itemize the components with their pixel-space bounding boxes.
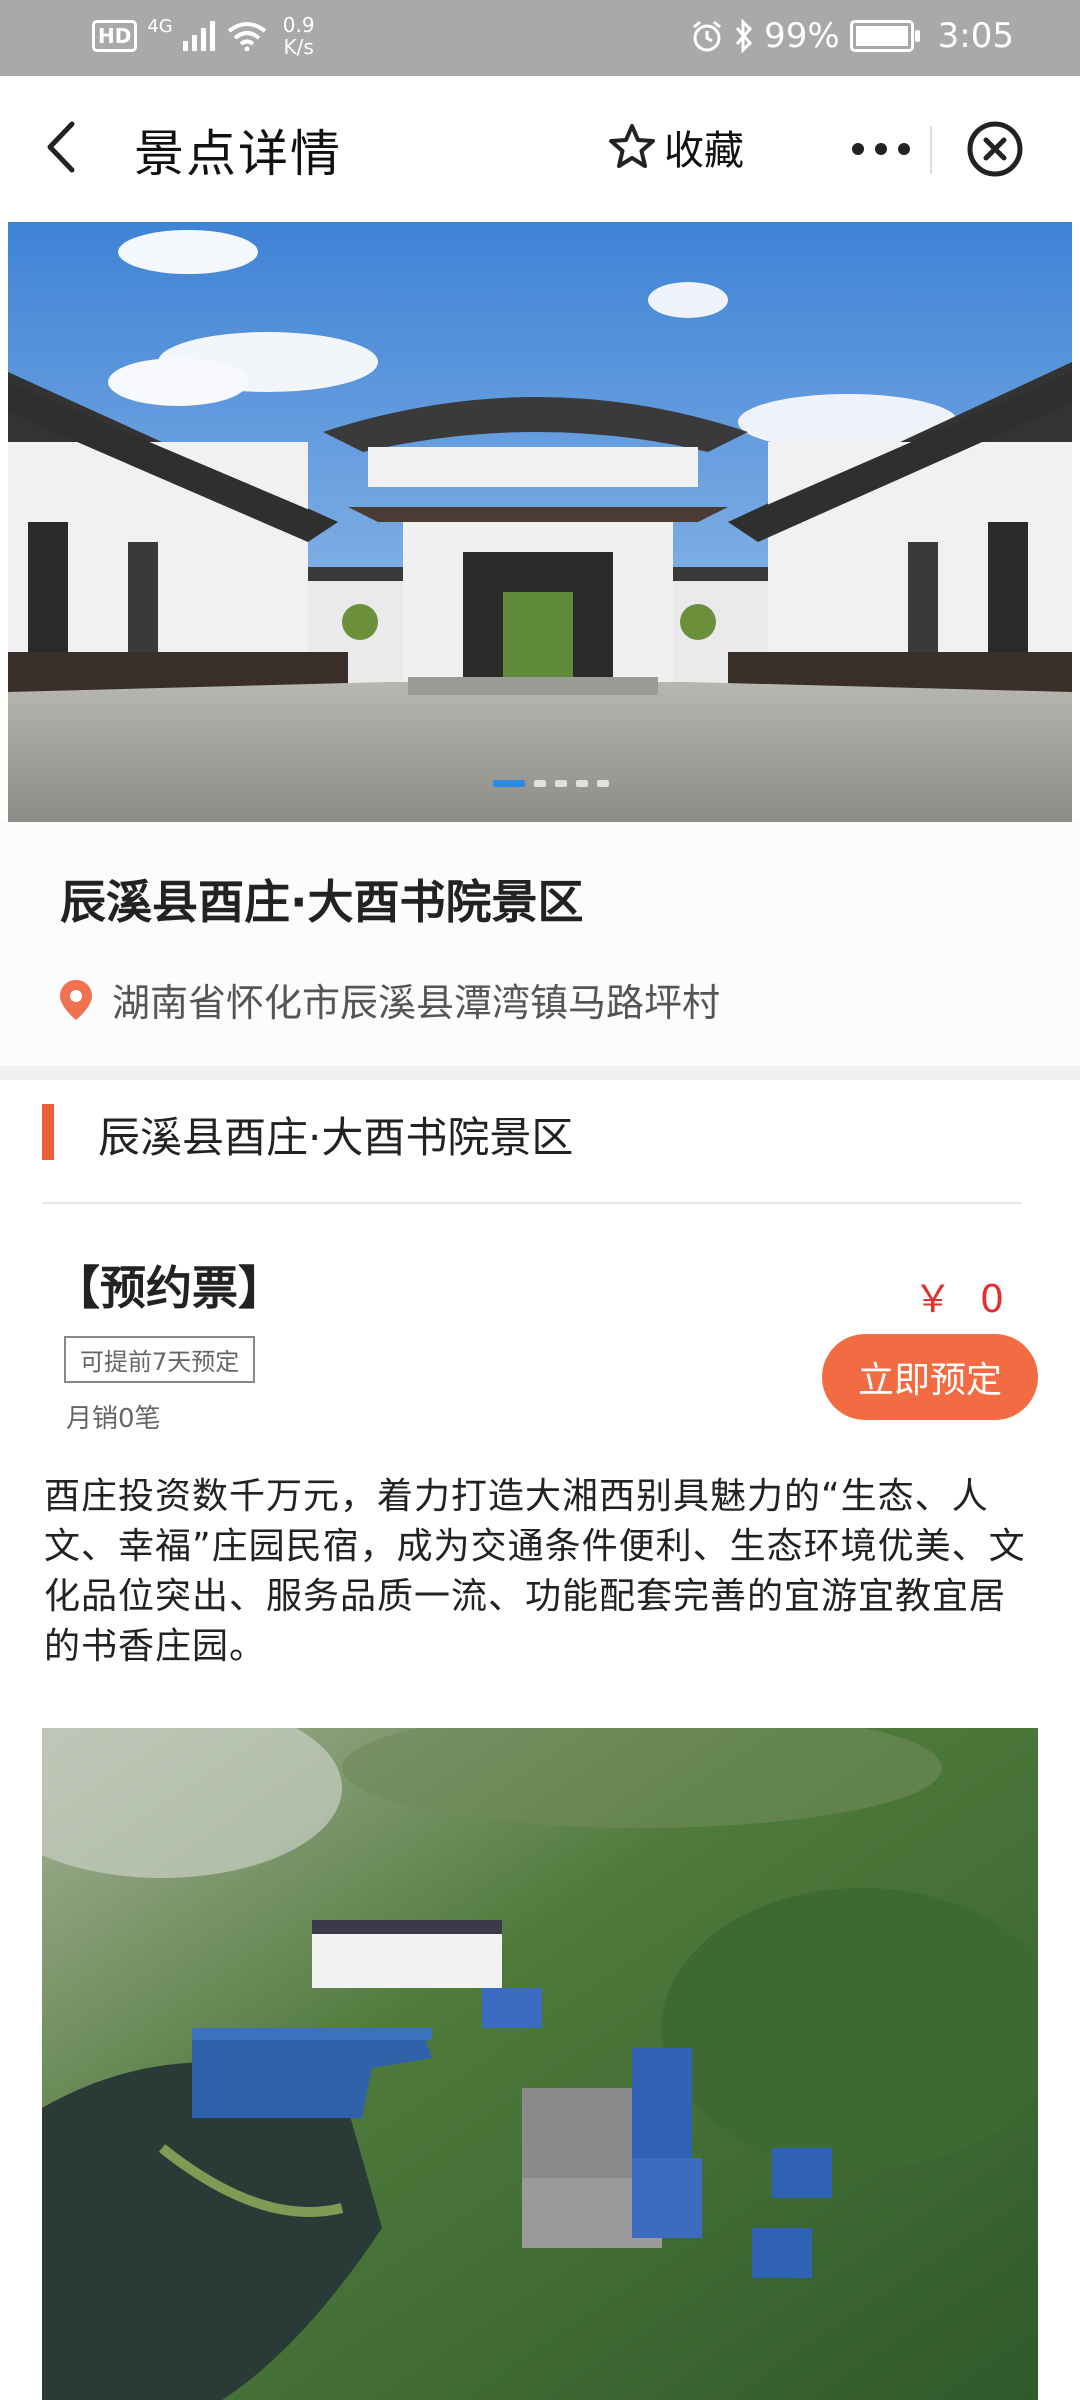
back-icon — [47, 121, 75, 173]
network-speed: 0.9 K/s — [283, 14, 315, 58]
more-button[interactable] — [846, 124, 916, 174]
address-text: 湖南省怀化市辰溪县潭湾镇马路坪村 — [112, 981, 721, 1025]
carousel-dot[interactable] — [597, 780, 609, 787]
carousel-indicator — [8, 780, 1072, 787]
scenic-title: 辰溪县酉庄·大酉书院景区 — [60, 875, 584, 929]
status-left: HD 4G 0.9 K/s — [92, 14, 315, 58]
wifi-icon — [227, 22, 266, 51]
carousel-dot[interactable] — [534, 780, 546, 787]
back-button[interactable] — [36, 112, 96, 182]
nav-bar: 景点详情 收藏 — [0, 76, 1080, 222]
close-icon — [967, 121, 1023, 177]
battery-percent: 99% — [764, 16, 840, 56]
page-title: 景点详情 — [134, 125, 342, 183]
scenic-photo-courtyard — [8, 222, 1072, 822]
location-pin-icon — [60, 979, 92, 1020]
ticket-section-header: 辰溪县酉庄·大酉书院景区 — [0, 1080, 1080, 1200]
section-accent-bar — [42, 1104, 54, 1160]
clock: 3:05 — [937, 16, 1014, 56]
nav-divider — [930, 126, 932, 174]
carousel-dot[interactable] — [493, 780, 525, 787]
carousel-dot[interactable] — [555, 780, 567, 787]
favorite-button[interactable]: 收藏 — [606, 118, 744, 176]
hero-carousel[interactable] — [8, 222, 1072, 822]
ticket-name: 【预约票】 — [54, 1261, 284, 1315]
bluetooth-icon — [735, 19, 753, 53]
aerial-photo — [42, 1728, 1038, 2400]
signal-icon — [182, 21, 215, 51]
speed-unit: K/s — [283, 35, 314, 59]
alarm-icon — [693, 20, 722, 52]
more-icon — [852, 143, 910, 155]
network-label: 4G — [147, 15, 173, 37]
status-right: 99% 3:05 — [690, 16, 1014, 56]
close-button[interactable] — [966, 120, 1024, 178]
section-gap — [0, 1066, 1080, 1080]
scenic-description: 酉庄投资数千万元，着力打造大湘西别具魅力的“生态、人文、幸福”庄园民宿，成为交通… — [44, 1476, 1026, 1667]
ticket-price: ￥ 0 — [913, 1277, 1012, 1321]
scenic-address[interactable]: 湖南省怀化市辰溪县潭湾镇马路坪村 — [56, 972, 720, 1027]
section-divider — [42, 1202, 1022, 1204]
section-title: 辰溪县酉庄·大酉书院景区 — [98, 1113, 574, 1162]
carousel-dot[interactable] — [576, 780, 588, 787]
advance-booking-tag: 可提前7天预定 — [64, 1336, 256, 1383]
speed-value: 0.9 — [282, 13, 315, 37]
star-icon — [609, 124, 655, 168]
scenic-info: 辰溪县酉庄·大酉书院景区 湖南省怀化市辰溪县潭湾镇马路坪村 — [0, 822, 1080, 1066]
scenic-photo-aerial — [42, 1728, 1038, 2400]
favorite-label: 收藏 — [664, 128, 744, 174]
hd-badge: HD — [92, 20, 138, 52]
battery-icon — [849, 20, 920, 52]
status-bar: HD 4G 0.9 K/s 99% 3:05 — [0, 0, 1080, 76]
book-now-button[interactable]: 立即预定 — [822, 1334, 1038, 1420]
monthly-sales: 月销0笔 — [66, 1404, 161, 1434]
